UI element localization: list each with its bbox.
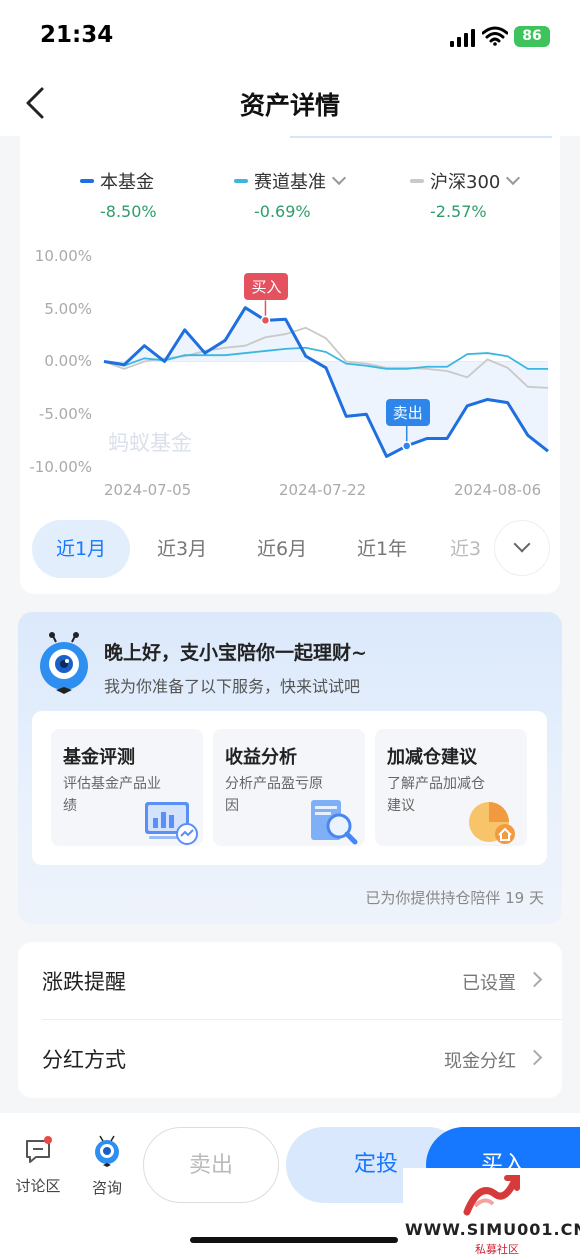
consult-button[interactable]: 咨询 [79, 1135, 135, 1198]
status-time: 21:34 [40, 22, 114, 48]
tab-1y[interactable]: 近1年 [342, 520, 422, 578]
discussion-button[interactable]: 讨论区 [10, 1135, 66, 1196]
price-alert-row[interactable]: 涨跌提醒 已设置 [18, 942, 562, 1020]
sell-button[interactable]: 卖出 [143, 1127, 279, 1203]
assistant-card: 晚上好，支小宝陪你一起理财~ 我为你准备了以下服务，快来试试吧 基金评测 评估基… [18, 612, 562, 924]
site-watermark: WWW.SIMU001.CN 私募社区 [403, 1168, 580, 1255]
chart-plot[interactable] [20, 136, 560, 496]
service-grid: 基金评测 评估基金产品业绩 收益分析 分析产品盈亏原因 加减仓建议 了解产品加减… [32, 711, 547, 865]
watermark-url: WWW.SIMU001.CN [405, 1220, 580, 1239]
service-title: 基金评测 [63, 747, 135, 768]
consult-label: 咨询 [91, 1179, 122, 1197]
chat-bubble-icon [26, 1136, 52, 1163]
assistant-greeting: 晚上好，支小宝陪你一起理财~ [104, 642, 367, 664]
x-tick-label: 2024-07-22 [279, 481, 367, 499]
row-value: 现金分红 [444, 1051, 516, 1072]
marker-dot [260, 315, 271, 326]
marker-dot [401, 441, 412, 451]
row-label: 涨跌提醒 [42, 970, 126, 994]
dividend-method-row[interactable]: 分红方式 现金分红 [18, 1020, 562, 1098]
tab-1m[interactable]: 近1月 [32, 520, 130, 578]
mascot-avatar-icon [40, 632, 88, 694]
x-tick-label: 2024-07-05 [104, 481, 192, 499]
battery-icon: 86 [514, 26, 550, 47]
tab-3y[interactable]: 近3 [450, 520, 490, 578]
cellular-signal-icon [450, 29, 476, 47]
watermark-logo-icon [463, 1175, 520, 1216]
magnifier-report-icon [311, 800, 358, 845]
buy-marker-tag: 买入 [244, 273, 289, 301]
service-position-advice[interactable]: 加减仓建议 了解产品加减仓建议 [375, 729, 527, 846]
range-tabs: 近1月 近3月 近6月 近1年 近3 [32, 520, 550, 578]
row-label: 分红方式 [42, 1048, 126, 1072]
chevron-down-icon [513, 535, 531, 553]
chevron-right-icon [526, 971, 543, 988]
chart-board-icon [145, 802, 198, 845]
watermark-sub: 私募社区 [475, 1243, 519, 1255]
row-value: 已设置 [462, 973, 516, 994]
chevron-right-icon [526, 1049, 543, 1066]
service-profit-analysis[interactable]: 收益分析 分析产品盈亏原因 [213, 729, 365, 846]
service-title: 加减仓建议 [387, 747, 477, 768]
service-fund-evaluation[interactable]: 基金评测 评估基金产品业绩 [51, 729, 203, 846]
wifi-icon [482, 26, 508, 46]
accompany-days-text: 已为你提供持仓陪伴 19 天 [365, 889, 544, 907]
settings-card: 涨跌提醒 已设置 分红方式 现金分红 [18, 942, 562, 1098]
status-bar: 21:34 86 [0, 0, 580, 72]
nav-bar: 资产详情 [0, 72, 580, 136]
discussion-label: 讨论区 [15, 1177, 61, 1195]
tab-3m[interactable]: 近3月 [142, 520, 222, 578]
performance-chart-card: 本基金 -8.50% 赛道基准 -0.69% 沪深300 -2.57% 10.0… [20, 136, 560, 594]
pie-house-icon [469, 802, 515, 844]
chart-watermark: 蚂蚁基金 [108, 431, 192, 455]
page-title: 资产详情 [239, 91, 340, 120]
x-tick-label: 2024-08-06 [454, 481, 542, 499]
assistant-subtitle: 我为你准备了以下服务，快来试试吧 [104, 677, 361, 696]
expand-tabs-button[interactable] [494, 520, 550, 576]
tab-6m[interactable]: 近6月 [242, 520, 322, 578]
service-title: 收益分析 [225, 747, 297, 768]
home-indicator [190, 1237, 398, 1243]
sell-marker-tag: 卖出 [385, 398, 430, 426]
mascot-icon [95, 1135, 119, 1167]
